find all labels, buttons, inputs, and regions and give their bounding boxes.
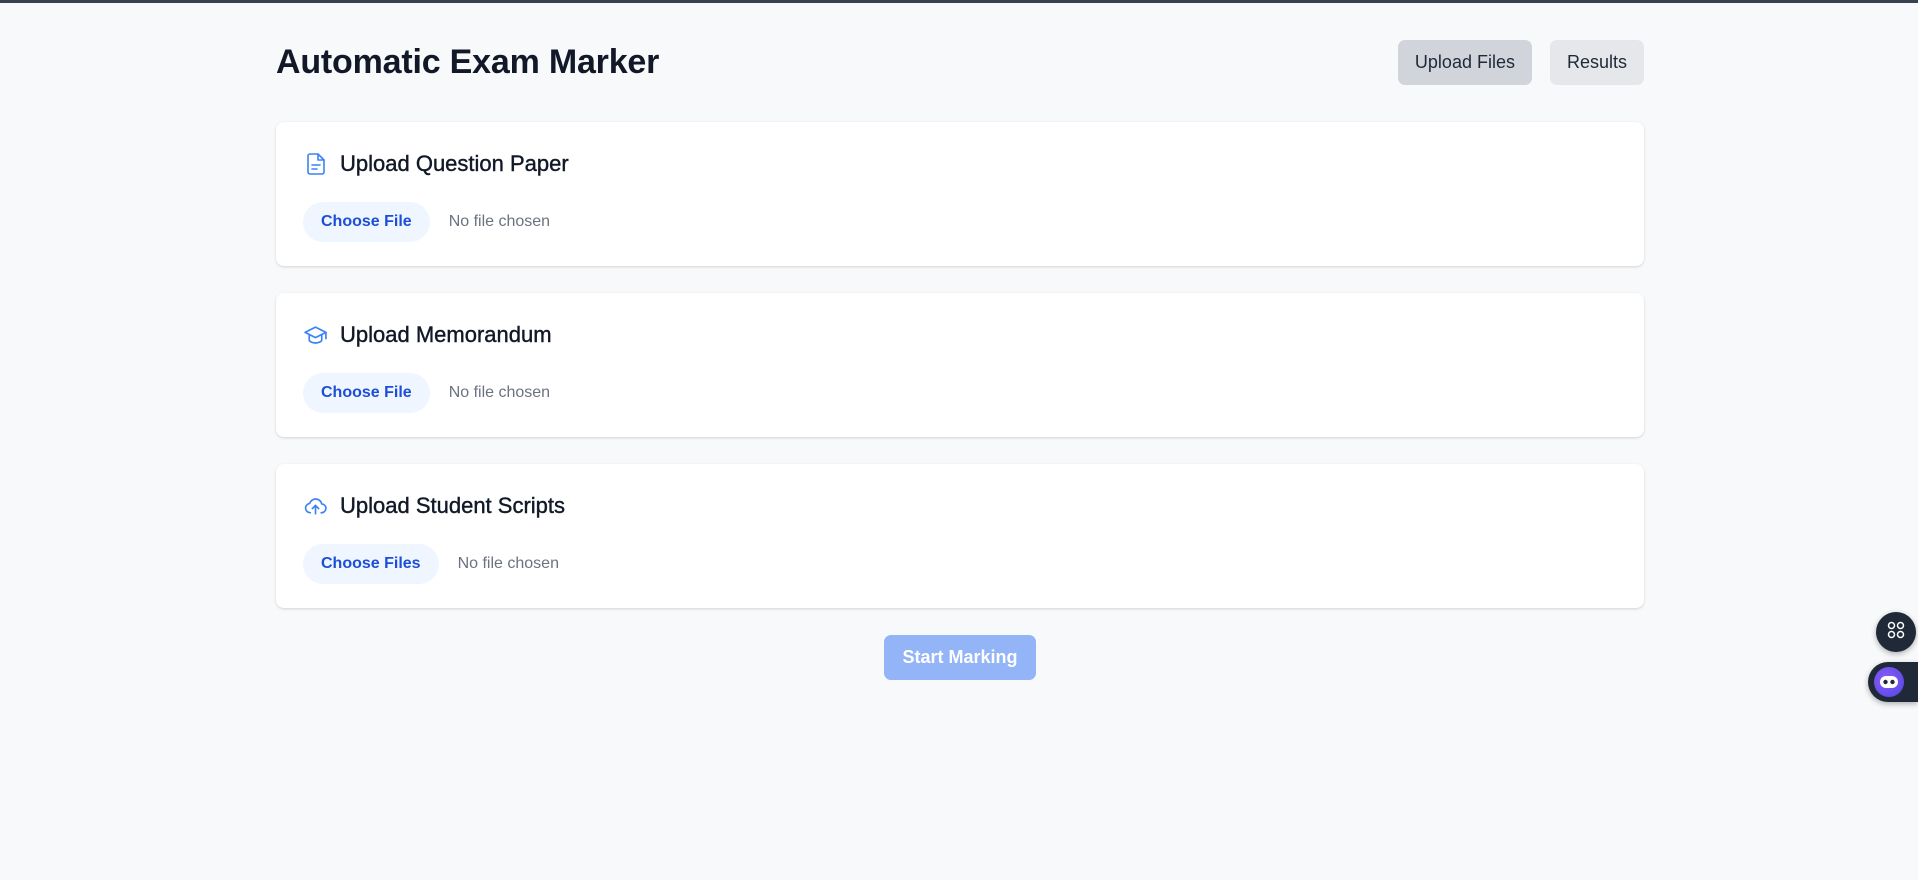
- card-title: Upload Question Paper: [340, 151, 569, 176]
- grid-icon: [1887, 621, 1905, 644]
- card-header: Upload Memorandum: [303, 319, 1617, 351]
- question-paper-card: Upload Question Paper Choose File No fil…: [276, 122, 1644, 266]
- document-icon: [303, 152, 328, 177]
- memorandum-card: Upload Memorandum Choose File No file ch…: [276, 293, 1644, 437]
- start-marking-wrap: Start Marking: [276, 635, 1644, 680]
- floating-assistant-button[interactable]: [1868, 662, 1918, 702]
- main-container: Automatic Exam Marker Upload Files Resul…: [276, 38, 1644, 680]
- file-input: Choose File No file chosen: [303, 373, 1617, 413]
- graduation-cap-icon: [303, 323, 328, 348]
- student-scripts-card: Upload Student Scripts Choose Files No f…: [276, 464, 1644, 608]
- card-title: Upload Memorandum: [340, 322, 552, 347]
- app-header: Automatic Exam Marker Upload Files Resul…: [276, 38, 1644, 86]
- card-header: Upload Question Paper: [303, 148, 1617, 180]
- cloud-upload-icon: [303, 494, 328, 519]
- floating-grid-button[interactable]: [1876, 612, 1916, 652]
- file-input: Choose Files No file chosen: [303, 544, 1617, 584]
- card-header: Upload Student Scripts: [303, 490, 1617, 522]
- choose-file-button[interactable]: Choose File: [303, 202, 430, 242]
- start-marking-button[interactable]: Start Marking: [884, 635, 1036, 680]
- top-nav: Upload Files Results: [1397, 39, 1644, 85]
- choose-files-button[interactable]: Choose Files: [303, 544, 439, 584]
- upload-sections: Upload Question Paper Choose File No fil…: [276, 122, 1644, 608]
- file-input: Choose File No file chosen: [303, 202, 1617, 242]
- upload-files-button[interactable]: Upload Files: [1397, 39, 1532, 85]
- top-border: [0, 0, 1918, 3]
- page-title: Automatic Exam Marker: [276, 42, 660, 81]
- card-title: Upload Student Scripts: [340, 493, 566, 518]
- file-status: No file chosen: [457, 555, 559, 572]
- results-button[interactable]: Results: [1549, 39, 1644, 85]
- assistant-bot-icon: [1874, 667, 1904, 697]
- file-status: No file chosen: [448, 384, 551, 401]
- file-status: No file chosen: [448, 213, 551, 230]
- choose-file-button[interactable]: Choose File: [303, 373, 430, 413]
